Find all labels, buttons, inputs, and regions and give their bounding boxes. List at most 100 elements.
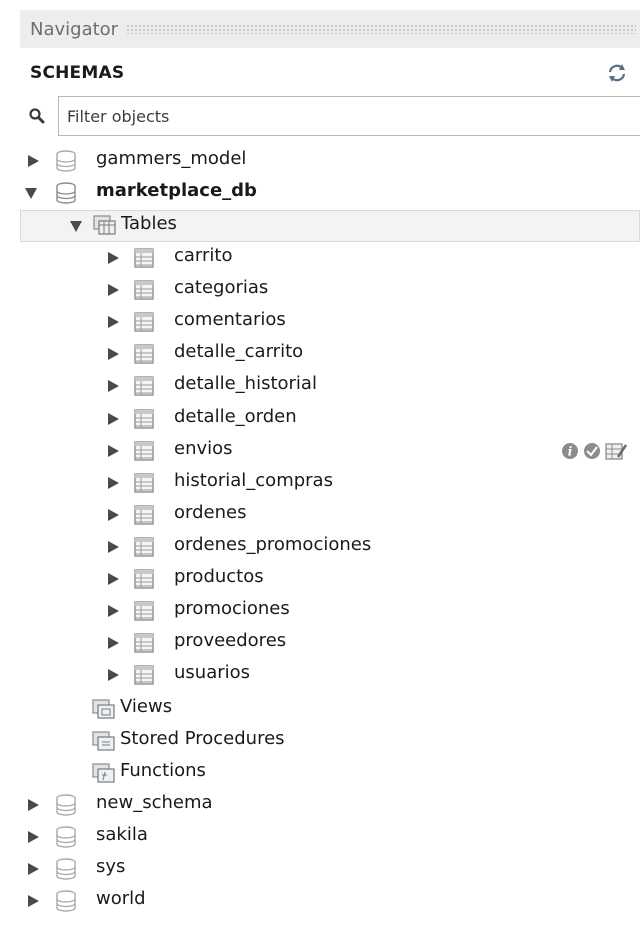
expand-arrow-icon[interactable] (106, 572, 120, 586)
table-label: detalle_historial (174, 373, 317, 394)
collapse-arrow-icon[interactable] (24, 186, 38, 200)
schema-item-marketplace-db[interactable]: marketplace_db (20, 177, 640, 209)
table-item-detalle-orden[interactable]: detalle_orden (20, 403, 640, 435)
table-item-historial-compras[interactable]: historial_compras (20, 467, 640, 499)
table-icon (134, 537, 154, 557)
table-icon (134, 505, 154, 525)
expand-arrow-icon[interactable] (106, 444, 120, 458)
refresh-icon[interactable] (606, 63, 628, 83)
navigator-title: Navigator (30, 18, 119, 40)
expand-arrow-icon[interactable] (106, 347, 120, 361)
expand-arrow-icon[interactable] (26, 154, 40, 168)
schema-label: new_schema (96, 792, 213, 813)
table-icon (134, 569, 154, 589)
database-icon (56, 858, 76, 880)
table-label: detalle_orden (174, 406, 297, 427)
procedures-folder-icon (92, 731, 115, 751)
table-label: detalle_carrito (174, 341, 304, 362)
expand-arrow-icon[interactable] (106, 636, 120, 650)
inspect-icon[interactable] (584, 443, 600, 459)
table-label: ordenes (174, 502, 247, 523)
schemas-header: SCHEMAS (20, 56, 640, 90)
expand-arrow-icon[interactable] (106, 412, 120, 426)
tree-group-stored-procedures[interactable]: Stored Procedures (20, 725, 640, 757)
table-item-detalle-historial[interactable]: detalle_historial (20, 370, 640, 402)
table-icon (134, 441, 154, 461)
edit-table-icon[interactable] (605, 443, 628, 460)
tree-group-functions[interactable]: Functions (20, 757, 640, 789)
panel-grip[interactable] (126, 24, 636, 34)
schema-label: gammers_model (96, 148, 247, 169)
table-icon (134, 409, 154, 429)
database-icon (56, 826, 76, 848)
info-icon[interactable]: i (562, 443, 578, 459)
expand-arrow-icon[interactable] (26, 830, 40, 844)
navigator-header: Navigator (20, 10, 640, 48)
table-item-promociones[interactable]: promociones (20, 595, 640, 627)
table-label: ordenes_promociones (174, 534, 372, 555)
schema-item-new-schema[interactable]: new_schema (20, 789, 640, 821)
table-icon (134, 665, 154, 685)
table-label: productos (174, 566, 264, 587)
table-icon (134, 312, 154, 332)
schema-item-gammers-model[interactable]: gammers_model (20, 145, 640, 177)
table-item-productos[interactable]: productos (20, 563, 640, 595)
row-actions: i (562, 443, 628, 460)
table-label: carrito (174, 245, 233, 266)
expand-arrow-icon[interactable] (106, 379, 120, 393)
expand-arrow-icon[interactable] (106, 315, 120, 329)
expand-arrow-icon[interactable] (106, 251, 120, 265)
table-icon (134, 473, 154, 493)
views-folder-icon (92, 699, 115, 719)
table-label: usuarios (174, 662, 251, 683)
table-item-ordenes-promociones[interactable]: ordenes_promociones (20, 531, 640, 563)
expand-arrow-icon[interactable] (106, 283, 120, 297)
table-icon (134, 280, 154, 300)
expand-arrow-icon[interactable] (106, 668, 120, 682)
table-item-categorias[interactable]: categorias (20, 274, 640, 306)
database-icon (56, 890, 76, 912)
table-label: categorias (174, 277, 269, 298)
group-label: Views (120, 696, 173, 717)
tables-folder-icon (93, 215, 116, 235)
expand-arrow-icon[interactable] (26, 798, 40, 812)
schema-item-world[interactable]: world (20, 885, 640, 917)
collapse-arrow-icon[interactable] (69, 219, 83, 233)
table-icon (134, 248, 154, 268)
schema-label: sys (96, 856, 126, 877)
schema-item-sys[interactable]: sys (20, 853, 640, 885)
table-label: comentarios (174, 309, 286, 330)
table-item-ordenes[interactable]: ordenes (20, 499, 640, 531)
group-label: Functions (120, 760, 206, 781)
expand-arrow-icon[interactable] (26, 862, 40, 876)
table-item-envios[interactable]: envios i (20, 435, 640, 467)
filter-row (20, 96, 640, 136)
table-item-detalle-carrito[interactable]: detalle_carrito (20, 338, 640, 370)
expand-arrow-icon[interactable] (106, 476, 120, 490)
table-item-carrito[interactable]: carrito (20, 242, 640, 274)
filter-objects-input[interactable] (58, 96, 640, 136)
database-icon (56, 794, 76, 816)
table-icon (134, 633, 154, 653)
table-item-usuarios[interactable]: usuarios (20, 659, 640, 691)
expand-arrow-icon[interactable] (106, 508, 120, 522)
table-icon (134, 601, 154, 621)
table-label: proveedores (174, 630, 287, 651)
table-label: promociones (174, 598, 290, 619)
expand-arrow-icon[interactable] (26, 894, 40, 908)
schema-item-sakila[interactable]: sakila (20, 821, 640, 853)
svg-text:i: i (568, 445, 573, 459)
expand-arrow-icon[interactable] (106, 540, 120, 554)
tree-group-views[interactable]: Views (20, 693, 640, 725)
group-label: Tables (121, 213, 177, 234)
schema-label: world (96, 888, 146, 909)
table-label: historial_compras (174, 470, 333, 491)
functions-folder-icon (92, 763, 115, 783)
group-label: Stored Procedures (120, 728, 285, 749)
expand-arrow-icon[interactable] (106, 604, 120, 618)
table-item-comentarios[interactable]: comentarios (20, 306, 640, 338)
schema-label: sakila (96, 824, 148, 845)
table-item-proveedores[interactable]: proveedores (20, 627, 640, 659)
tree-group-tables[interactable]: Tables (20, 210, 640, 242)
schema-label: marketplace_db (96, 180, 257, 201)
